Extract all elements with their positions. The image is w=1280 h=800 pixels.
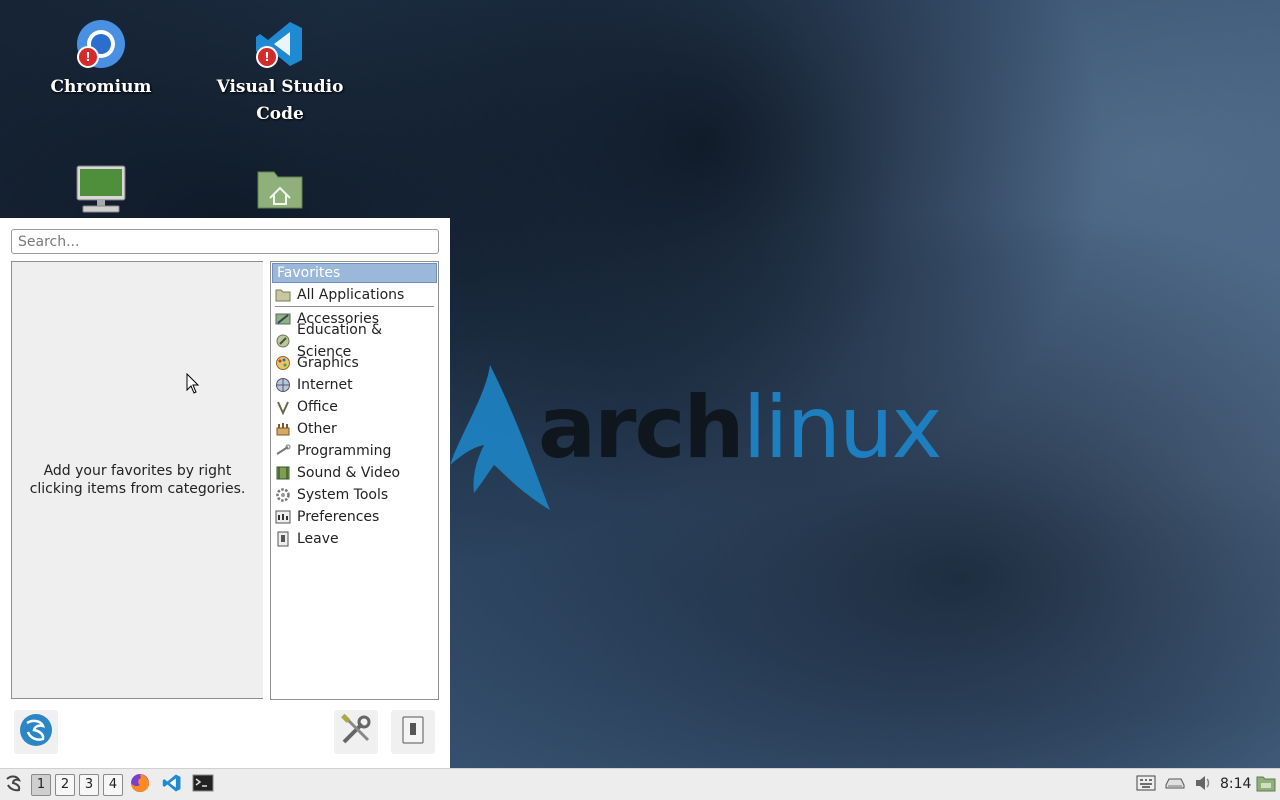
terminal-launcher[interactable] <box>191 773 215 797</box>
taskbar-panel: 1 2 3 4 8:14 <box>0 768 1280 800</box>
category-office[interactable]: Office <box>271 396 438 418</box>
desktop-icon-computer[interactable] <box>16 164 186 216</box>
sound-video-icon <box>275 465 291 481</box>
whisker-menu-button[interactable] <box>2 773 26 797</box>
show-desktop-button[interactable] <box>1254 773 1278 797</box>
accessories-icon <box>275 311 291 327</box>
other-icon <box>275 421 291 437</box>
category-other[interactable]: Other <box>271 418 438 440</box>
leave-icon <box>275 531 291 547</box>
office-icon <box>275 399 291 415</box>
chromium-icon: ! <box>75 18 127 70</box>
arch-menu-icon <box>4 773 24 797</box>
internet-icon <box>275 377 291 393</box>
workspace-1-button[interactable]: 1 <box>31 774 51 796</box>
vscode-icon <box>162 773 182 797</box>
desktop-icon-label: Visual Studio Code <box>216 77 344 124</box>
warning-badge-icon: ! <box>77 46 99 68</box>
category-label: Programming <box>297 443 392 459</box>
categories-pane: Favorites All Applications Accessories E… <box>270 261 439 700</box>
desktop-icon-chromium[interactable]: ! Chromium <box>16 18 186 101</box>
category-leave[interactable]: Leave <box>271 528 438 550</box>
category-preferences[interactable]: Preferences <box>271 506 438 528</box>
category-label: Graphics <box>297 355 359 371</box>
arch-wordmark-arch: arch <box>538 378 745 478</box>
volume-tray[interactable] <box>1191 773 1215 797</box>
volume-icon <box>1193 773 1213 797</box>
arch-wordmark: archlinux <box>538 378 943 478</box>
category-sound-video[interactable]: Sound & Video <box>271 462 438 484</box>
category-label: Other <box>297 421 337 437</box>
category-label: Sound & Video <box>297 465 401 481</box>
firefox-launcher[interactable] <box>128 773 152 797</box>
category-internet[interactable]: Internet <box>271 374 438 396</box>
network-tray[interactable] <box>1163 773 1187 797</box>
leave-icon <box>401 716 425 748</box>
category-separator <box>275 306 434 307</box>
category-label: Office <box>297 399 338 415</box>
terminal-icon <box>192 774 214 796</box>
workspace-4-button[interactable]: 4 <box>103 774 123 796</box>
user-avatar-button[interactable] <box>14 710 58 754</box>
category-system-tools[interactable]: System Tools <box>271 484 438 506</box>
favorites-pane: Add your favorites by right clicking ite… <box>11 261 263 699</box>
gear-icon <box>275 487 291 503</box>
workspace-3-button[interactable]: 3 <box>79 774 99 796</box>
programming-icon <box>275 443 291 459</box>
category-label: Leave <box>297 531 339 547</box>
arch-wordmark-linux: linux <box>742 378 943 478</box>
tools-icon <box>340 713 372 750</box>
desktop-folder-icon <box>1256 774 1276 796</box>
home-folder-icon <box>254 164 306 216</box>
favorites-hint: Add your favorites by right clicking ite… <box>29 463 246 497</box>
keyboard-layout-tray[interactable] <box>1134 773 1158 797</box>
desktop-icon-home[interactable] <box>195 164 365 216</box>
firefox-icon <box>130 773 150 797</box>
keyboard-icon <box>1136 775 1156 795</box>
category-label: All Applications <box>297 287 405 303</box>
settings-manager-button[interactable] <box>334 710 378 754</box>
vscode-launcher[interactable] <box>160 773 184 797</box>
category-label: System Tools <box>297 487 389 503</box>
category-all-applications[interactable]: All Applications <box>271 284 438 306</box>
clock[interactable]: 8:14 <box>1220 769 1251 800</box>
category-programming[interactable]: Programming <box>271 440 438 462</box>
category-label: Internet <box>297 377 353 393</box>
network-wired-icon <box>1164 776 1186 794</box>
mouse-cursor-icon <box>186 372 200 399</box>
preferences-icon <box>275 509 291 525</box>
log-out-button[interactable] <box>391 710 435 754</box>
category-label: Preferences <box>297 509 380 525</box>
category-favorites[interactable]: Favorites <box>272 263 437 283</box>
education-icon <box>275 333 291 349</box>
category-education-science[interactable]: Education & Science <box>271 322 438 360</box>
workspace-2-button[interactable]: 2 <box>55 774 75 796</box>
application-menu: Add your favorites by right clicking ite… <box>0 218 450 768</box>
desktop-icon-label: Chromium <box>50 77 152 97</box>
warning-badge-icon: ! <box>256 46 278 68</box>
desktop-icon-vscode[interactable]: ! Visual Studio Code <box>195 18 365 128</box>
folder-icon <box>275 287 291 303</box>
computer-icon <box>75 164 127 216</box>
search-input[interactable] <box>11 229 439 254</box>
user-avatar-icon <box>19 713 53 751</box>
graphics-icon <box>275 355 291 371</box>
vscode-icon: ! <box>254 18 306 70</box>
